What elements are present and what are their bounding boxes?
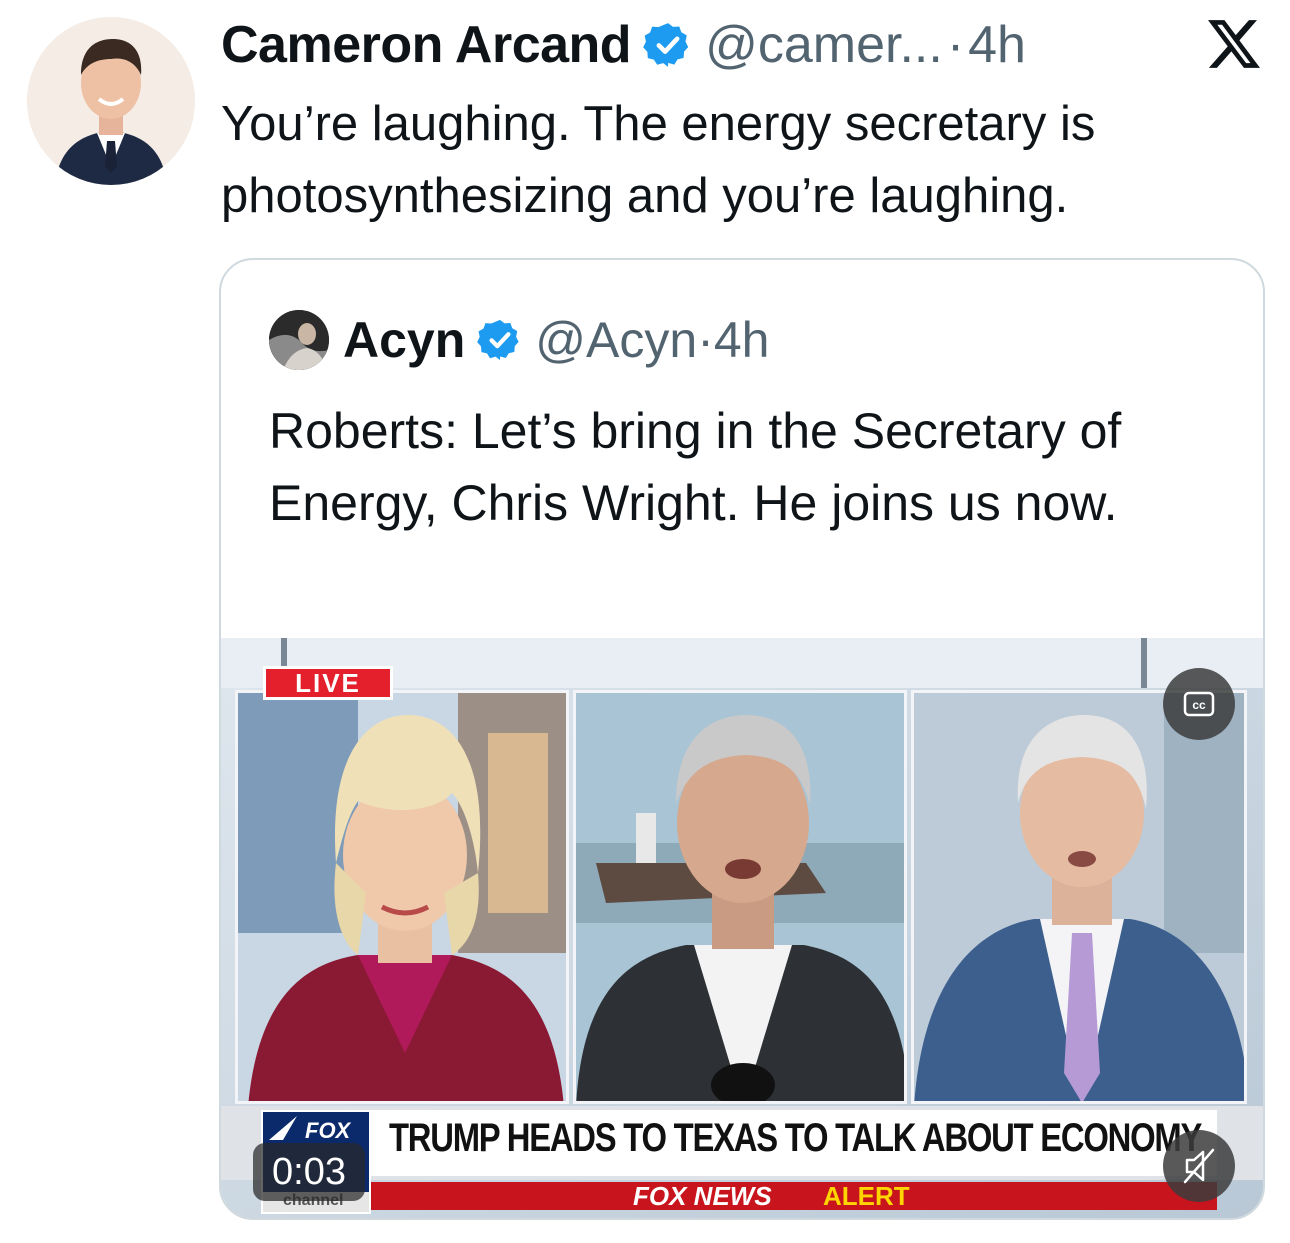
tweet-header: Cameron Arcand @camer... · 4h — [221, 12, 1281, 78]
svg-text:cc: cc — [1192, 698, 1206, 712]
quoted-author-handle[interactable]: @Acyn — [535, 311, 697, 369]
quoted-author-avatar[interactable] — [269, 310, 329, 370]
avatar-photo — [27, 17, 195, 185]
video-panel-guest — [573, 690, 907, 1104]
author-name[interactable]: Cameron Arcand — [221, 15, 632, 75]
video-panel-anchor-left — [235, 690, 569, 1104]
author-handle[interactable]: @camer... — [705, 15, 943, 75]
separator-dot: · — [946, 16, 965, 74]
alert-bar — [371, 1182, 1217, 1210]
quoted-tweet-text: Roberts: Let’s bring in the Secretary of… — [269, 403, 1122, 531]
closed-captions-button[interactable]: cc — [1163, 668, 1235, 740]
post-time[interactable]: 4h — [968, 15, 1026, 75]
quoted-tweet-card[interactable]: Acyn @Acyn · 4h Roberts: Let’s bring in … — [219, 258, 1265, 1220]
video-elapsed-time: 0:03 — [253, 1143, 365, 1201]
tweet-text: You’re laughing. The energy secretary is… — [221, 97, 1096, 223]
alert-prefix: FOX NEWS — [633, 1181, 772, 1211]
mute-button[interactable] — [1163, 1130, 1235, 1202]
alert-word: ALERT — [823, 1181, 910, 1211]
guest-image — [576, 693, 904, 1101]
video-player[interactable]: LIVE cc TRUMP HEADS TO TEXAS TO TALK ABO… — [221, 638, 1263, 1218]
quoted-tweet-header: Acyn @Acyn · 4h — [269, 310, 769, 370]
anchor-left-image — [238, 693, 566, 1101]
quoted-avatar-photo — [269, 310, 329, 370]
separator-dot: · — [697, 312, 714, 368]
network-logo-text: FOX — [305, 1118, 351, 1143]
quoted-author-name[interactable]: Acyn — [343, 311, 465, 369]
verified-badge-icon — [643, 23, 689, 67]
quoted-post-time[interactable]: 4h — [714, 311, 770, 369]
anchor-right-image — [914, 693, 1244, 1101]
muted-speaker-icon — [1183, 1148, 1215, 1184]
live-badge: LIVE — [263, 666, 393, 700]
verified-badge-icon — [477, 319, 519, 361]
author-avatar[interactable] — [27, 17, 195, 185]
news-headline: TRUMP HEADS TO TEXAS TO TALK ABOUT ECONO… — [389, 1116, 1202, 1160]
video-panel-anchor-right — [911, 690, 1247, 1104]
x-logo-icon[interactable] — [1208, 20, 1260, 68]
closed-captions-icon: cc — [1183, 691, 1215, 717]
